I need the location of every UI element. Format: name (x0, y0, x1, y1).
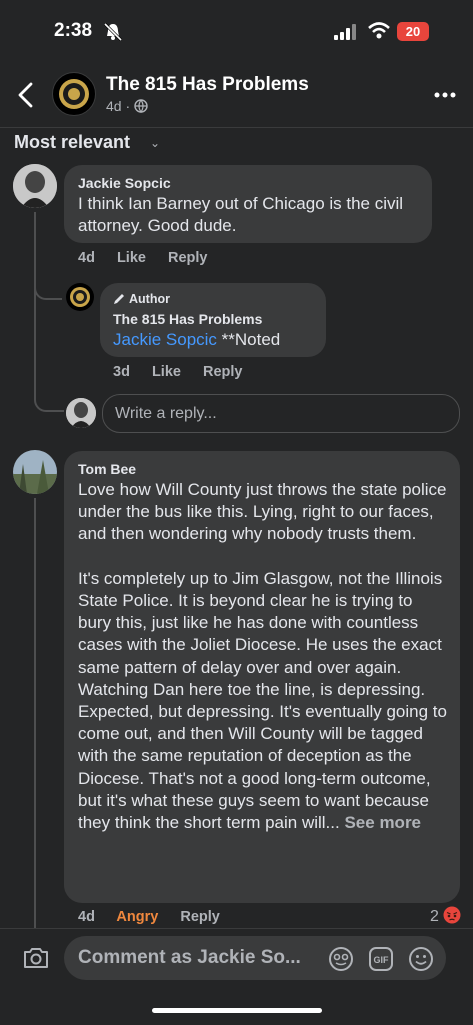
author-badge: Author (113, 292, 170, 306)
page-logo-icon (59, 79, 89, 109)
thread-line (34, 498, 36, 928)
reply-button[interactable]: Reply (168, 250, 208, 266)
comment-time: 4d (78, 250, 95, 266)
sort-dropdown[interactable]: Most relevant (14, 132, 130, 153)
thread-branch (34, 390, 64, 412)
globe-icon (134, 99, 148, 114)
cellular-signal-icon (334, 24, 356, 40)
camera-icon[interactable] (22, 946, 50, 970)
comment-placeholder: Comment as Jackie So... (78, 947, 301, 968)
post-time: 4d · (106, 98, 131, 114)
thread-line (34, 212, 36, 398)
see-more-link[interactable]: See more (344, 813, 421, 832)
wifi-icon (368, 22, 390, 39)
angry-emoji-icon (443, 906, 461, 924)
current-user-avatar (66, 398, 96, 428)
reply-body: **Noted (216, 330, 281, 349)
reply-button[interactable]: Reply (203, 364, 243, 380)
page-logo-icon (70, 287, 90, 307)
commenter-name[interactable]: Jackie Sopcic (78, 175, 171, 191)
page-avatar[interactable] (52, 72, 96, 116)
reaction-count: 2 (430, 908, 439, 925)
avatar-image (66, 398, 96, 428)
write-reply-input[interactable]: Write a reply... (102, 394, 460, 433)
sticker-icon[interactable] (328, 946, 354, 972)
comment-body: Love how Will County just throws the sta… (78, 480, 447, 833)
comment-text: Love how Will County just throws the sta… (78, 479, 448, 834)
emoji-icon[interactable] (408, 946, 434, 972)
comment-bubble[interactable]: Tom Bee Love how Will County just throws… (64, 451, 460, 903)
home-indicator (152, 1008, 322, 1013)
reply-text: Jackie Sopcic **Noted (113, 329, 280, 351)
mention-link[interactable]: Jackie Sopcic (113, 330, 217, 349)
reply-actions: 3d Like Reply (113, 364, 261, 380)
gif-icon[interactable]: GIF (368, 946, 394, 972)
chevron-down-icon[interactable]: ⌄ (150, 136, 160, 150)
commenter-avatar[interactable] (13, 450, 57, 494)
author-badge-label: Author (129, 292, 170, 306)
svg-text:GIF: GIF (374, 955, 390, 965)
like-button[interactable]: Like (117, 250, 146, 266)
battery-indicator: 20 (397, 22, 429, 41)
avatar-image (13, 164, 57, 208)
angry-reaction-button[interactable]: Angry (116, 909, 158, 925)
commenter-name[interactable]: Tom Bee (78, 461, 136, 477)
avatar-image (13, 450, 57, 494)
comment-actions: 4d Angry Reply (78, 909, 238, 925)
post-meta: 4d · (106, 98, 148, 114)
comment-time: 4d (78, 909, 95, 925)
reaction-summary[interactable]: 2 (430, 906, 461, 926)
comment-actions: 4d Like Reply (78, 250, 226, 266)
reply-time: 3d (113, 364, 130, 380)
pen-icon (114, 294, 124, 304)
thread-branch (34, 278, 62, 300)
author-name[interactable]: The 815 Has Problems (113, 311, 262, 327)
bell-muted-icon (103, 22, 123, 42)
reply-bubble[interactable]: Author The 815 Has Problems Jackie Sopci… (100, 283, 326, 357)
header-divider (0, 127, 473, 128)
commenter-avatar[interactable] (13, 164, 57, 208)
chevron-left-icon[interactable] (16, 82, 36, 108)
more-horizontal-icon[interactable] (434, 92, 456, 98)
comment-text: I think Ian Barney out of Chicago is the… (78, 194, 408, 236)
author-avatar[interactable] (66, 283, 94, 311)
status-time: 2:38 (54, 20, 93, 41)
comment-bubble[interactable]: Jackie Sopcic I think Ian Barney out of … (64, 165, 432, 243)
reply-placeholder: Write a reply... (115, 405, 217, 422)
page-title[interactable]: The 815 Has Problems (106, 74, 309, 96)
like-button[interactable]: Like (152, 364, 181, 380)
reply-button[interactable]: Reply (180, 909, 220, 925)
